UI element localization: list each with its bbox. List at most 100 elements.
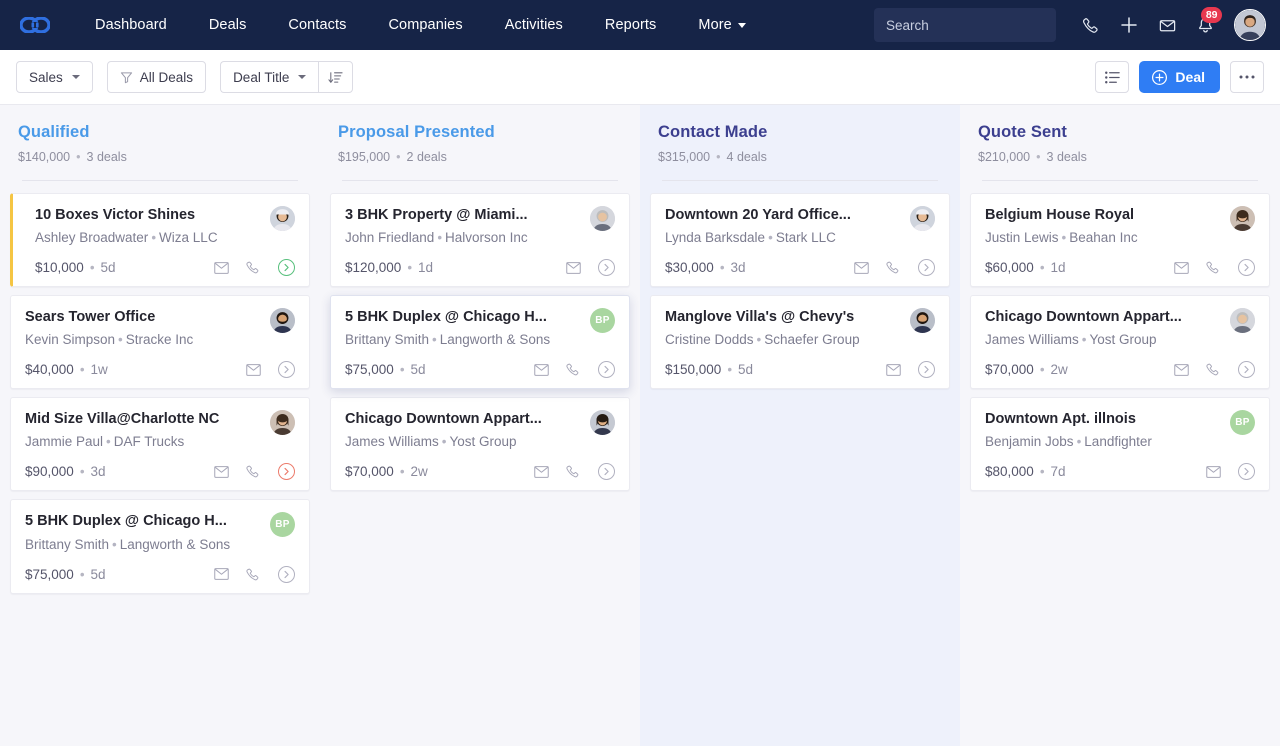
send-email-button[interactable] [1206, 466, 1221, 478]
call-button[interactable] [566, 362, 581, 377]
send-email-button[interactable] [534, 363, 549, 376]
plus-icon[interactable] [1110, 6, 1148, 44]
card-header: Chicago Downtown Appart... James William… [985, 308, 1255, 347]
deal-title: Chicago Downtown Appart... [345, 411, 542, 428]
deal-card[interactable]: Sears Tower Office Kevin Simpson • Stracke… [10, 295, 310, 390]
phone-icon [246, 568, 259, 580]
pipeline-select[interactable]: Sales [16, 61, 93, 93]
search-input[interactable] [886, 17, 1063, 33]
deal-card[interactable]: 5 BHK Duplex @ Chicago H... Brittany Smi… [330, 295, 630, 390]
primary-nav: Dashboard Deals Contacts Companies Activ… [74, 0, 767, 50]
advance-stage-button[interactable] [1238, 361, 1255, 379]
separator-dot: • [106, 434, 111, 450]
advance-stage-button[interactable] [598, 361, 615, 379]
deal-title: Manglove Villa's @ Chevy's [665, 309, 855, 326]
advance-stage-button[interactable] [278, 565, 295, 583]
deal-amount: $60,000 [985, 260, 1034, 276]
kanban-column-contact-made[interactable]: Contact Made $315,000 • 4 deals Downtown… [640, 105, 960, 746]
advance-stage-button[interactable] [278, 463, 295, 481]
email-icon [566, 261, 581, 274]
call-button[interactable] [246, 260, 261, 275]
separator-dot: • [76, 150, 81, 164]
deal-meta: $30,000 • 3d [665, 260, 746, 275]
phone-icon [1206, 363, 1219, 376]
deal-card[interactable]: Belgium House Royal Justin Lewis • Beahan … [970, 193, 1270, 288]
send-email-button[interactable] [1174, 363, 1189, 376]
nav-contacts[interactable]: Contacts [267, 0, 367, 50]
send-email-button[interactable] [886, 363, 901, 376]
send-email-button[interactable] [214, 568, 229, 580]
nav-more[interactable]: More [677, 0, 766, 50]
email-icon [214, 261, 229, 274]
send-email-button[interactable] [246, 363, 261, 376]
send-email-button[interactable] [854, 261, 869, 274]
deal-card[interactable]: Downtown Apt. illnois Benjamin Jobs • Land… [970, 397, 1270, 492]
search-box[interactable] [874, 8, 1063, 42]
separator-dot: • [399, 362, 405, 378]
deal-age: 3d [90, 464, 106, 480]
sort-field-select[interactable]: Deal Title [220, 61, 319, 93]
deal-meta: $75,000 • 5d [25, 567, 106, 582]
bell-icon[interactable]: 89 [1186, 6, 1224, 44]
call-button[interactable] [1206, 362, 1221, 377]
column-deal-count: 3 deals [1046, 150, 1087, 164]
send-email-button[interactable] [214, 261, 229, 274]
separator-dot: • [118, 332, 123, 348]
board-toolbar: Sales All Deals Deal Title Deal [0, 50, 1280, 105]
advance-stage-button[interactable] [278, 259, 295, 277]
deal-card[interactable]: Chicago Downtown Appart... James William… [330, 397, 630, 492]
deal-card[interactable]: Mid Size Villa@Charlotte NC Jammie Paul •… [10, 397, 310, 492]
add-deal-button[interactable]: Deal [1139, 61, 1220, 93]
advance-stage-button[interactable] [1238, 259, 1255, 277]
advance-stage-button[interactable] [1238, 463, 1255, 481]
list-view-button[interactable] [1095, 61, 1130, 93]
call-button[interactable] [246, 464, 261, 479]
send-email-button[interactable] [566, 261, 581, 274]
nav-activities[interactable]: Activities [484, 0, 584, 50]
call-button[interactable] [886, 260, 901, 275]
deal-age: 1w [90, 362, 108, 378]
deal-card[interactable]: 3 BHK Property @ Miami... John Friedland… [330, 193, 630, 288]
call-button[interactable] [1206, 260, 1221, 275]
send-email-button[interactable] [1174, 261, 1189, 274]
nav-deals[interactable]: Deals [188, 0, 268, 50]
deal-card[interactable]: 10 Boxes Victor Shines Ashley Broadwater… [10, 193, 310, 288]
sort-direction-button[interactable] [318, 61, 354, 93]
call-button[interactable] [566, 464, 581, 479]
deal-contact-company: Ashley Broadwater • Wiza LLC [35, 230, 260, 245]
pipeline-select-label: Sales [29, 69, 63, 85]
advance-stage-button[interactable] [598, 259, 615, 277]
deal-contact-company: James Williams • Yost Group [345, 434, 580, 449]
column-card-list: Belgium House Royal Justin Lewis • Beahan … [970, 181, 1270, 492]
kanban-column-quote-sent[interactable]: Quote Sent $210,000 • 3 deals Belgium Ho… [960, 105, 1280, 746]
kanban-column-proposal-presented[interactable]: Proposal Presented $195,000 • 2 deals 3 … [320, 105, 640, 746]
filter-button[interactable]: All Deals [106, 61, 207, 93]
kanban-column-qualified[interactable]: Qualified $140,000 • 3 deals 10 Boxes Vi… [0, 105, 320, 746]
advance-stage-button[interactable] [918, 259, 935, 277]
more-options-button[interactable] [1230, 61, 1264, 93]
app-logo[interactable] [18, 8, 52, 42]
contact-name: Brittany Smith [25, 536, 110, 552]
advance-stage-button[interactable] [598, 463, 615, 481]
separator-dot: • [89, 260, 95, 276]
deal-card[interactable]: 5 BHK Duplex @ Chicago H... Brittany Smi… [10, 499, 310, 594]
deal-card[interactable]: Manglove Villa's @ Chevy's Cristine Dodd… [650, 295, 950, 390]
nav-dashboard[interactable]: Dashboard [74, 0, 188, 50]
envelope-icon[interactable] [1148, 6, 1186, 44]
send-email-button[interactable] [214, 466, 229, 478]
deal-amount: $70,000 [345, 464, 394, 480]
contact-name: John Friedland [345, 230, 435, 246]
send-email-button[interactable] [534, 466, 549, 478]
user-avatar[interactable] [1234, 9, 1266, 41]
phone-icon[interactable] [1072, 6, 1110, 44]
deal-card[interactable]: Downtown 20 Yard Office... Lynda Barksda… [650, 193, 950, 288]
filter-button-label: All Deals [139, 69, 194, 85]
deal-card[interactable]: Chicago Downtown Appart... James William… [970, 295, 1270, 390]
column-amount: $140,000 [18, 150, 71, 164]
call-button[interactable] [246, 567, 261, 582]
nav-reports[interactable]: Reports [584, 0, 677, 50]
separator-dot: • [441, 434, 447, 450]
nav-companies[interactable]: Companies [367, 0, 483, 50]
advance-stage-button[interactable] [278, 361, 295, 379]
advance-stage-button[interactable] [918, 361, 935, 379]
